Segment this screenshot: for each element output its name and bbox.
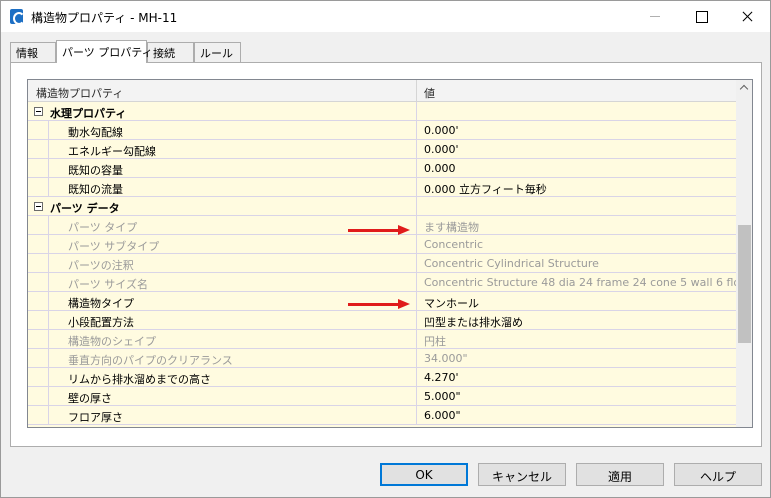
- annotation-arrow-icon: [348, 225, 410, 235]
- grid-header: 構造物プロパティ 値: [28, 80, 736, 102]
- property-row[interactable]: リムから排水溜めまでの高さ 4.270': [28, 368, 736, 387]
- property-value: Concentric: [424, 238, 484, 251]
- property-value[interactable]: 0.000': [417, 140, 736, 158]
- column-header-value[interactable]: 値: [417, 80, 736, 102]
- property-name: 小段配置方法: [48, 311, 417, 329]
- property-value[interactable]: 0.000 立方フィート毎秒: [417, 178, 736, 196]
- property-row[interactable]: パーツ サブタイプ Concentric: [28, 235, 736, 254]
- property-rows: 水理プロパティ 動水勾配線 0.000' エネルギー勾配線 0.000' 既知の…: [28, 102, 736, 425]
- scroll-up-icon[interactable]: [736, 80, 752, 97]
- property-value[interactable]: 0.000: [417, 159, 736, 177]
- property-row[interactable]: 垂直方向のパイプのクリアランス 34.000": [28, 349, 736, 368]
- arrow-head: [398, 299, 410, 309]
- apply-button[interactable]: 適用: [576, 463, 664, 486]
- property-name: 既知の容量: [48, 159, 417, 177]
- property-row[interactable]: 動水勾配線 0.000': [28, 121, 736, 140]
- title-bar[interactable]: 構造物プロパティ - MH-11: [1, 1, 770, 32]
- property-name: パーツ サブタイプ: [48, 235, 417, 253]
- minimize-icon: [632, 1, 678, 31]
- tab-info[interactable]: 情報: [10, 42, 56, 62]
- arrow-shaft: [348, 303, 399, 306]
- category-label: パーツ データ: [28, 197, 417, 215]
- property-value[interactable]: 4.270': [417, 368, 736, 386]
- cancel-button[interactable]: キャンセル: [478, 463, 566, 486]
- arrow-head: [398, 225, 410, 235]
- property-name: 壁の厚さ: [48, 387, 417, 405]
- property-name: フロア厚さ: [48, 406, 417, 424]
- window-title: 構造物プロパティ - MH-11: [31, 11, 178, 25]
- column-header-property[interactable]: 構造物プロパティ: [28, 80, 417, 102]
- tab-rules[interactable]: ルール: [194, 42, 241, 62]
- property-value: ます構造物: [424, 221, 479, 234]
- property-row[interactable]: フロア厚さ 6.000": [28, 406, 736, 425]
- property-value[interactable]: 5.000": [417, 387, 736, 405]
- property-value: 円柱: [424, 335, 446, 348]
- property-grid: 構造物プロパティ 値 水理プロパティ 動水勾配線 0.000' エネルギー勾配線…: [27, 79, 753, 428]
- category-label: 水理プロパティ: [28, 102, 417, 120]
- dialog-window: 構造物プロパティ - MH-11 情報 パーツ プロパティ 接続 ルール 構造物…: [0, 0, 771, 498]
- category-row[interactable]: パーツ データ: [28, 197, 736, 216]
- tab-connections[interactable]: 接続: [147, 42, 194, 62]
- category-row[interactable]: 水理プロパティ: [28, 102, 736, 121]
- app-icon: [10, 9, 25, 25]
- ok-button[interactable]: OK: [380, 463, 468, 486]
- property-row[interactable]: パーツの注釈 Concentric Cylindrical Structure: [28, 254, 736, 273]
- help-button[interactable]: ヘルプ: [674, 463, 762, 486]
- property-name: 垂直方向のパイプのクリアランス: [48, 349, 417, 367]
- property-name: エネルギー勾配線: [48, 140, 417, 158]
- vertical-scrollbar[interactable]: [736, 80, 752, 427]
- category-value: [417, 197, 736, 215]
- property-name: 動水勾配線: [48, 121, 417, 139]
- close-button[interactable]: [724, 1, 770, 31]
- property-value: Concentric Structure 48 dia 24 frame 24 …: [424, 276, 736, 289]
- scrollbar-thumb[interactable]: [738, 225, 751, 343]
- property-name: 既知の流量: [48, 178, 417, 196]
- property-row[interactable]: 構造物のシェイプ 円柱: [28, 330, 736, 349]
- annotation-arrow-icon: [348, 299, 410, 309]
- property-value: 34.000": [424, 352, 468, 365]
- property-row[interactable]: 壁の厚さ 5.000": [28, 387, 736, 406]
- property-row[interactable]: 小段配置方法 凹型または排水溜め: [28, 311, 736, 330]
- arrow-shaft: [348, 229, 399, 232]
- property-value[interactable]: マンホール: [417, 292, 736, 310]
- property-name: 構造物のシェイプ: [48, 330, 417, 348]
- property-name: リムから排水溜めまでの高さ: [48, 368, 417, 386]
- property-row[interactable]: 既知の容量 0.000: [28, 159, 736, 178]
- property-row[interactable]: エネルギー勾配線 0.000': [28, 140, 736, 159]
- property-name: パーツ サイズ名: [48, 273, 417, 291]
- tab-part-properties[interactable]: パーツ プロパティ: [56, 40, 153, 63]
- property-value[interactable]: 凹型または排水溜め: [417, 311, 736, 329]
- property-value: Concentric Cylindrical Structure: [424, 257, 599, 270]
- maximize-button[interactable]: [678, 1, 724, 31]
- property-value[interactable]: 6.000": [417, 406, 736, 424]
- category-value: [417, 102, 736, 120]
- property-row[interactable]: パーツ サイズ名 Concentric Structure 48 dia 24 …: [28, 273, 736, 292]
- property-row[interactable]: 既知の流量 0.000 立方フィート毎秒: [28, 178, 736, 197]
- property-value[interactable]: 0.000': [417, 121, 736, 139]
- property-name: パーツの注釈: [48, 254, 417, 272]
